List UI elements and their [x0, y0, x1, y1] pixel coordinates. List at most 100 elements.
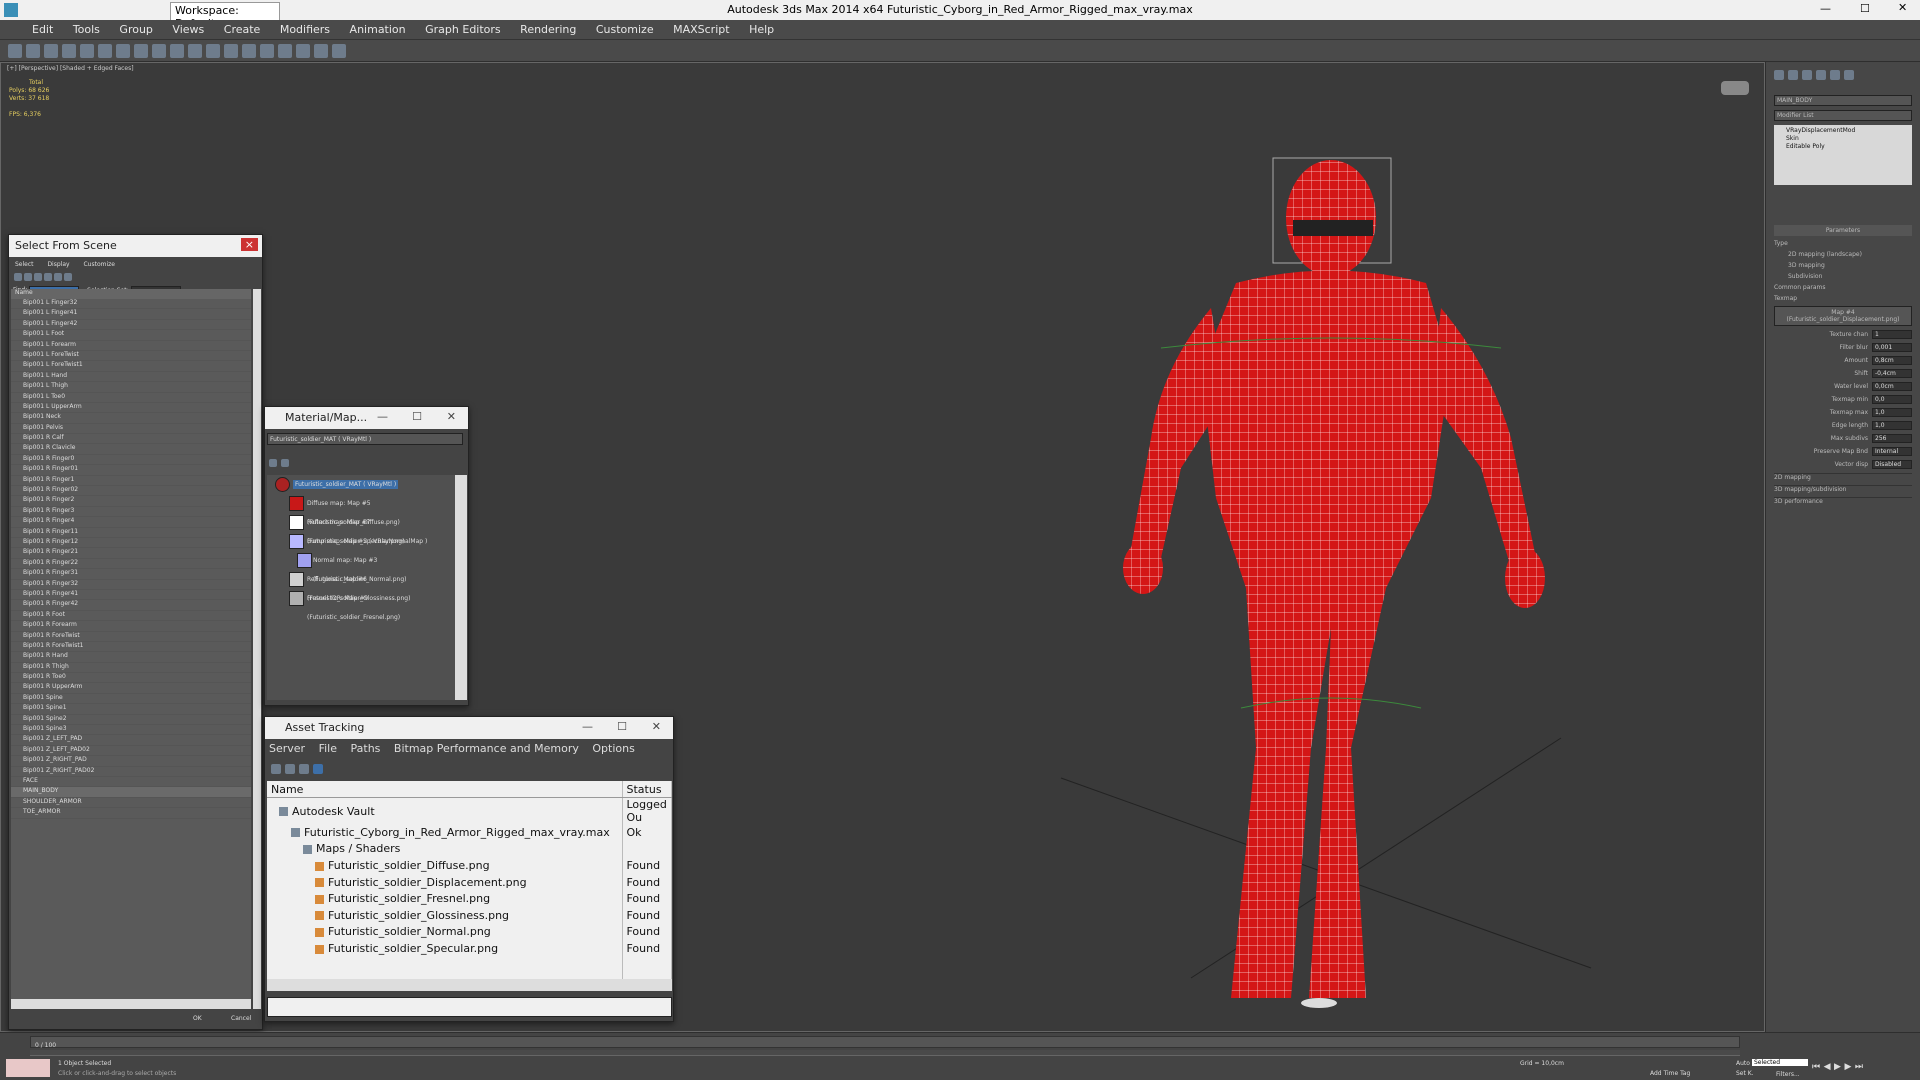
close-icon[interactable]: × — [240, 238, 258, 251]
scene-object-item[interactable]: Bip001 R Finger41 — [11, 590, 251, 601]
bind-icon[interactable] — [44, 44, 58, 58]
render-frame-icon[interactable] — [314, 44, 328, 58]
scene-object-item[interactable]: Bip001 R Finger22 — [11, 559, 251, 570]
tool-icon[interactable] — [285, 764, 295, 774]
asset-row[interactable]: Futuristic_soldier_Diffuse.png Found — [267, 857, 672, 874]
scene-object-item[interactable]: Bip001 R Finger0 — [11, 455, 251, 466]
menu-group[interactable]: Group — [111, 20, 161, 39]
menu-select[interactable]: Select — [15, 261, 34, 268]
vertical-scrollbar[interactable] — [455, 475, 467, 700]
layer-icon[interactable] — [224, 44, 238, 58]
type-radio[interactable]: Subdivision — [1774, 273, 1912, 280]
parameter-spinner[interactable]: 0,0cm — [1872, 382, 1912, 391]
filters-button[interactable]: Filters... — [1776, 1071, 1800, 1078]
maximize-icon[interactable]: ☐ — [412, 410, 422, 423]
menu-create[interactable]: Create — [216, 20, 269, 39]
asset-row[interactable]: Autodesk Vault Logged Ou — [267, 797, 672, 825]
menu-customize[interactable]: Customize — [588, 20, 662, 39]
scene-object-item[interactable]: Bip001 R Finger32 — [11, 580, 251, 590]
scale-icon[interactable] — [134, 44, 148, 58]
asset-row[interactable]: Maps / Shaders — [267, 840, 672, 858]
menu-tools[interactable]: Tools — [65, 20, 108, 39]
scene-object-item[interactable]: Bip001 R Foot — [11, 611, 251, 622]
parameter-spinner[interactable]: 1 — [1872, 330, 1912, 339]
angle-snap-icon[interactable] — [170, 44, 184, 58]
material-tree[interactable]: Futuristic_soldier_MAT ( VRayMtl ) Diffu… — [267, 475, 455, 700]
scene-object-item[interactable]: Bip001 Spine3 — [11, 725, 251, 736]
vertical-scrollbar[interactable] — [253, 289, 261, 1009]
display-tab-icon[interactable] — [1830, 70, 1840, 80]
modifier-stack-item[interactable]: Editable Poly — [1776, 143, 1910, 151]
scene-object-list[interactable]: Bip001 L Finger32 Bip001 L Finger41 Bip001… — [11, 299, 251, 1009]
scene-object-item[interactable]: Bip001 R Finger1 — [11, 476, 251, 487]
parameter-spinner[interactable]: Disabled — [1872, 460, 1912, 469]
scene-object-item[interactable]: Bip001 R Thigh — [11, 663, 251, 674]
scene-object-item[interactable]: Bip001 L ForeTwist1 — [11, 361, 251, 372]
menu-server[interactable]: Server — [269, 742, 305, 755]
asset-row[interactable]: Futuristic_Cyborg_in_Red_Armor_Rigged_ma… — [267, 824, 672, 841]
material-field[interactable]: Futuristic_soldier_MAT ( VRayMtl ) — [267, 433, 463, 445]
close-icon[interactable]: ✕ — [652, 720, 661, 733]
parameter-spinner[interactable]: 0,0 — [1872, 395, 1912, 404]
menu-paths[interactable]: Paths — [351, 742, 381, 755]
modifier-list-dropdown[interactable]: Modifier List — [1774, 110, 1912, 121]
tool-icon[interactable] — [299, 764, 309, 774]
modifier-stack[interactable]: VRayDisplacementMod Skin Editable Poly — [1774, 125, 1912, 185]
scene-object-item[interactable]: Bip001 R Toe0 — [11, 673, 251, 684]
scene-object-item[interactable]: Bip001 Spine1 — [11, 704, 251, 715]
minimize-icon[interactable]: — — [582, 720, 593, 733]
menu-customize[interactable]: Customize — [83, 261, 115, 268]
map-slot[interactable]: Diffuse map: Map #5 (Futuristic_soldier_… — [267, 494, 455, 526]
curve-editor-icon[interactable] — [242, 44, 256, 58]
texmap-button[interactable]: Map #4 (Futuristic_soldier_Displacement.… — [1774, 306, 1912, 326]
scene-object-item[interactable]: TOE_ARMOR — [11, 808, 251, 819]
scene-object-item[interactable]: Bip001 Z_LEFT_PAD — [11, 735, 251, 746]
menu-file[interactable]: File — [319, 742, 337, 755]
rollout-parameters[interactable]: Parameters — [1774, 225, 1912, 236]
tool-icon[interactable] — [271, 764, 281, 774]
align-icon[interactable] — [206, 44, 220, 58]
menu-display[interactable]: Display — [47, 261, 69, 268]
scene-object-item[interactable]: Bip001 Z_RIGHT_PAD02 — [11, 767, 251, 777]
scene-object-item[interactable]: Bip001 L Thigh — [11, 382, 251, 393]
viewcube-icon[interactable] — [1721, 81, 1749, 95]
filter-icon[interactable] — [34, 273, 42, 281]
maxscript-listener[interactable] — [6, 1059, 50, 1077]
key-mode-dropdown[interactable]: Selected — [1752, 1059, 1808, 1066]
minimize-button[interactable]: — — [1820, 2, 1831, 15]
maximize-icon[interactable]: ☐ — [617, 720, 627, 733]
tool-icon[interactable] — [313, 764, 323, 774]
scene-object-item[interactable]: Bip001 Neck — [11, 413, 251, 424]
scene-object-item[interactable]: Bip001 R UpperArm — [11, 683, 251, 694]
scene-object-item[interactable]: Bip001 R ForeTwist1 — [11, 642, 251, 653]
menu-views[interactable]: Views — [164, 20, 212, 39]
scene-object-item[interactable]: SHOULDER_ARMOR — [11, 798, 251, 809]
scene-object-item[interactable]: Bip001 L ForeTwist — [11, 351, 251, 362]
prev-frame-icon[interactable]: ◀ — [1824, 1062, 1831, 1072]
asset-row[interactable]: Futuristic_soldier_Displacement.png Found — [267, 873, 672, 891]
filter-icon[interactable] — [54, 273, 62, 281]
scene-object-item[interactable]: Bip001 R Finger42 — [11, 600, 251, 611]
go-to-start-icon[interactable]: ⏮ — [1812, 1062, 1820, 1072]
scene-object-item[interactable]: Bip001 L Forearm — [11, 341, 251, 351]
cancel-button[interactable]: Cancel — [231, 1015, 251, 1022]
menu-animation[interactable]: Animation — [342, 20, 414, 39]
scene-object-item[interactable]: Bip001 R Finger3 — [11, 507, 251, 518]
map-slot[interactable]: Reflect map: Map #7 (Futuristic_soldier_… — [267, 513, 455, 545]
object-name-field[interactable]: MAIN_BODY — [1774, 95, 1912, 106]
scene-object-item[interactable]: Bip001 R Finger4 — [11, 517, 251, 528]
material-editor-icon[interactable] — [278, 44, 292, 58]
type-radio[interactable]: 2D mapping (landscape) — [1774, 251, 1912, 258]
set-key-button[interactable]: Set K. — [1736, 1070, 1754, 1077]
viewport-label[interactable]: [+] [Perspective] [Shaded + Edged Faces] — [7, 65, 134, 72]
scene-object-item[interactable]: Bip001 R ForeTwist — [11, 632, 251, 642]
go-to-end-icon[interactable]: ⏭ — [1855, 1062, 1863, 1072]
unlink-icon[interactable] — [26, 44, 40, 58]
scene-object-item[interactable]: Bip001 R Finger21 — [11, 548, 251, 559]
parameter-spinner[interactable]: Internal — [1872, 447, 1912, 456]
utilities-tab-icon[interactable] — [1844, 70, 1854, 80]
scene-object-item[interactable]: Bip001 L UpperArm — [11, 403, 251, 414]
parameter-spinner[interactable]: 256 — [1872, 434, 1912, 443]
render-icon[interactable] — [332, 44, 346, 58]
cyborg-model[interactable] — [1041, 108, 1601, 1033]
